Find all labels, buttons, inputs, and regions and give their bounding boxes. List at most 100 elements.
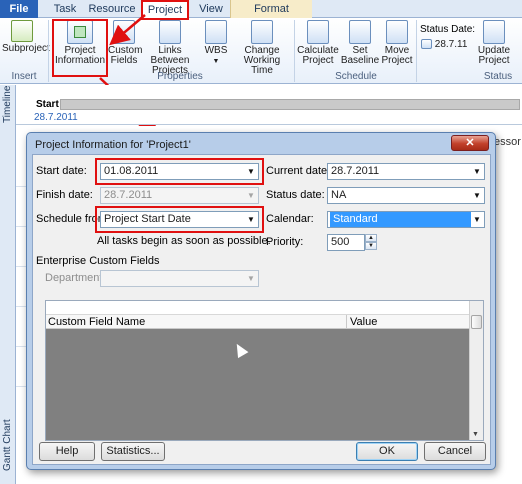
chevron-down-icon[interactable]: ▼ (470, 212, 484, 227)
schedule-note: All tasks begin as soon as possible. (97, 235, 271, 247)
tab-view[interactable]: View (194, 0, 228, 18)
calendar-icon (421, 39, 432, 50)
set-baseline-button[interactable]: Set Baseline (340, 20, 380, 66)
custom-fields-label-line2: Fields (110, 55, 138, 66)
group-insert-label: Insert (11, 71, 37, 82)
finish-date-label: Finish date: (36, 189, 93, 201)
finish-date-value: 28.7.2011 (104, 189, 153, 201)
grid-header: Custom Field Name Value (46, 315, 470, 329)
group-separator (48, 20, 49, 82)
priority-field[interactable]: 500 (327, 234, 365, 251)
move-project-button[interactable]: Move Project (381, 20, 413, 66)
change-working-time-label-line2: Working Time (243, 55, 281, 76)
scroll-down-icon[interactable]: ▼ (472, 431, 479, 438)
subproject-label: Subproject (2, 43, 50, 54)
finish-date-field: 28.7.2011 ▼ (100, 187, 259, 204)
dialog-title: Project Information for 'Project1' (35, 139, 191, 151)
scrollbar-thumb[interactable] (471, 315, 482, 329)
wbs-label: WBS (204, 45, 228, 56)
group-properties-label: Properties (157, 71, 203, 82)
calculator-icon (307, 20, 329, 44)
ok-button[interactable]: OK (356, 442, 418, 461)
set-baseline-label-line2: Baseline (340, 55, 380, 66)
change-working-time-button[interactable]: Change Working Time (232, 20, 292, 76)
group-separator (294, 20, 295, 82)
timeline-bar[interactable] (60, 99, 520, 110)
calculate-project-label-line2: Project (302, 55, 334, 66)
current-date-value: 28.7.2011 (331, 165, 380, 177)
view-bar: Timeline Gantt Chart (0, 85, 16, 484)
status-date-label: Status date: (266, 189, 325, 201)
help-button[interactable]: Help (39, 442, 95, 461)
project-information-highlight (52, 19, 108, 77)
move-project-label-line2: Project (381, 55, 413, 66)
wbs-button[interactable]: WBS ▼ (201, 20, 231, 67)
column-divider (346, 315, 347, 329)
calendar-select[interactable]: Standard ▼ (327, 211, 485, 228)
calendar-value: Standard (330, 212, 471, 227)
status-date-ribbon-value[interactable]: 28.7.11 (421, 39, 467, 50)
wbs-icon (205, 20, 227, 44)
ribbon-tab-bar: File Task Resource Project View Format (0, 0, 522, 19)
start-date-label: Start date: (36, 165, 87, 177)
status-date-field[interactable]: NA ▼ (327, 187, 485, 204)
chevron-down-icon[interactable]: ▼ (470, 188, 484, 203)
grid-top-row (46, 301, 470, 315)
project-information-dialog: Project Information for 'Project1' ✕ Sta… (26, 132, 496, 470)
custom-fields-icon (113, 20, 135, 44)
priority-value: 500 (331, 236, 350, 248)
group-separator (416, 20, 417, 82)
close-icon: ✕ (465, 137, 475, 149)
status-date-ribbon-text: 28.7.11 (434, 39, 468, 50)
gantt-chart-side-label: Gantt Chart (2, 419, 13, 471)
links-between-projects-label-line1: Links Between (150, 45, 190, 66)
baseline-icon (349, 20, 371, 44)
chevron-down-icon[interactable]: ▼ (470, 164, 484, 179)
links-between-projects-button[interactable]: Links Between Projects (141, 20, 199, 76)
priority-label: Priority: (266, 236, 304, 248)
tab-task[interactable]: Task (48, 0, 82, 18)
subproject-icon (11, 20, 33, 42)
grid-scrollbar[interactable]: ▼ (469, 301, 483, 440)
project-tab-highlight (141, 0, 189, 20)
timeline-side-label: Timeline (2, 85, 13, 123)
group-status-label: Status (483, 71, 513, 82)
enterprise-custom-fields-label: Enterprise Custom Fields (36, 255, 160, 267)
start-date-highlight (95, 158, 264, 185)
custom-fields-grid[interactable]: Custom Field Name Value ▼ (45, 300, 484, 441)
chevron-down-icon: ▼ (212, 58, 220, 65)
status-date-ribbon-label: Status Date: (420, 24, 476, 35)
calendar-clock-icon (251, 20, 273, 44)
spin-down-icon[interactable]: ▼ (365, 242, 377, 250)
tab-format[interactable]: Format (230, 0, 312, 18)
gantt-column-header-partial: essor (494, 136, 521, 148)
links-between-projects-icon (159, 20, 181, 44)
column-header-value: Value (350, 316, 378, 328)
update-project-label-line2: Project (478, 55, 510, 66)
tab-resource[interactable]: Resource (88, 0, 136, 18)
chevron-down-icon: ▼ (247, 191, 255, 200)
priority-stepper[interactable]: ▲ ▼ (365, 234, 377, 251)
cancel-button[interactable]: Cancel (424, 442, 486, 461)
calendar-label: Calendar: (266, 213, 314, 225)
timeline-start-label: Start (36, 99, 59, 110)
timeline-pane[interactable]: Start 28.7.2011 (16, 85, 522, 125)
status-date-value: NA (331, 189, 347, 201)
update-project-button[interactable]: Update Project (476, 20, 512, 66)
department-select: ▼ (100, 270, 259, 287)
department-label: Department: (45, 272, 106, 284)
chevron-down-icon: ▼ (247, 274, 255, 283)
close-button[interactable]: ✕ (451, 135, 489, 151)
update-project-icon (483, 20, 505, 44)
move-icon (386, 20, 408, 44)
tab-file[interactable]: File (0, 0, 38, 18)
custom-fields-button[interactable]: Custom Fields (108, 20, 142, 66)
current-date-field[interactable]: 28.7.2011 ▼ (327, 163, 485, 180)
timeline-start-date: 28.7.2011 (34, 112, 78, 123)
group-schedule-label: Schedule (335, 71, 377, 82)
subproject-button[interactable]: Subproject (2, 20, 50, 54)
statistics-button[interactable]: Statistics... (101, 442, 165, 461)
column-header-custom-field-name: Custom Field Name (48, 316, 146, 328)
calculate-project-button[interactable]: Calculate Project (297, 20, 339, 66)
spin-up-icon[interactable]: ▲ (365, 234, 377, 242)
